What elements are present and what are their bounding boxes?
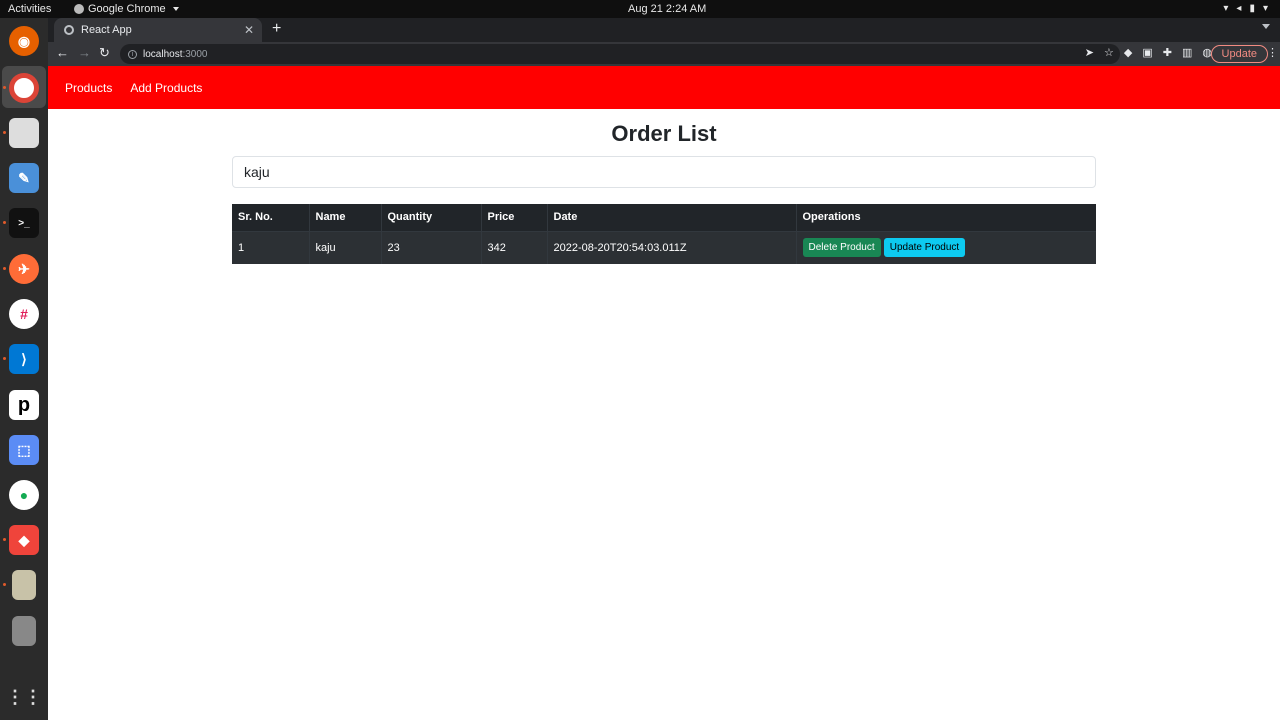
archive-icon[interactable] [12,570,36,600]
app-name: Google Chrome [88,3,166,15]
side-panel-icon[interactable]: ▥ [1182,46,1192,59]
clock[interactable]: Aug 21 2:24 AM [628,3,706,15]
header-sr-no: Sr. No. [232,204,310,232]
tab-react-app[interactable]: React App ✕ [54,18,262,42]
reload-button[interactable]: ↻ [99,45,110,61]
cell-name: kaju [309,231,382,264]
mongodb-compass-icon[interactable]: ● [9,480,39,510]
battery-icon: ▮ [1249,3,1255,14]
page: Products Add Products Order List Sr. No.… [48,66,1280,720]
dock: ◉ ✎ >_ ✈ # ⟩ p ⬚ ● ◆ ⋮⋮ [0,18,48,720]
system-tray[interactable]: ▾ ◂ ▮ ▾ [1223,3,1268,14]
bookmark-star-icon[interactable]: ☆ [1104,46,1114,59]
app-navbar: Products Add Products [48,66,1280,109]
header-quantity: Quantity [381,204,482,232]
system-top-bar: Activities Google Chrome Aug 21 2:24 AM … [0,0,1280,18]
firefox-icon[interactable]: ◉ [9,26,39,56]
wifi-icon: ▾ [1223,3,1229,14]
close-tab-icon[interactable]: ✕ [244,23,254,37]
running-indicator [3,583,6,586]
extension-b-icon[interactable]: ▣ [1142,46,1152,59]
new-tab-button[interactable]: + [272,20,281,38]
cell-date: 2022-08-20T20:54:03.011Z [547,231,797,264]
activities-button[interactable]: Activities [8,3,51,15]
vscode-icon[interactable]: ⟩ [9,344,39,374]
running-indicator [3,131,6,134]
screenshot-icon[interactable]: ⬚ [9,435,39,465]
cell-price: 342 [481,231,548,264]
chrome-icon[interactable] [9,73,39,103]
extension-icon[interactable]: ◆ [1124,46,1132,59]
tab-title: React App [81,24,132,36]
delete-product-button[interactable]: Delete Product [802,238,881,258]
usb-drive-icon[interactable] [12,616,36,646]
chrome-small-icon [74,4,84,14]
table-row: 1 kaju 23 342 2022-08-20T20:54:03.011Z D… [232,231,1096,264]
cell-quantity: 23 [381,231,482,264]
header-price: Price [481,204,548,232]
cell-sr-no: 1 [232,231,310,264]
header-name: Name [309,204,382,232]
search-input[interactable] [232,156,1096,188]
volume-icon: ◂ [1236,3,1242,14]
tab-search-icon[interactable] [1262,24,1270,29]
url-port: :3000 [182,48,208,60]
power-menu-icon: ▾ [1262,3,1268,14]
back-button[interactable]: ← [56,45,69,60]
files-icon[interactable] [9,118,39,148]
order-table: Sr. No. Name Quantity Price Date Operati… [232,204,1096,264]
update-product-button[interactable]: Update Product [883,238,966,258]
globe-icon [64,25,74,35]
postman-icon[interactable]: ✈ [9,254,39,284]
slack-icon[interactable]: # [9,299,39,329]
header-operations: Operations [796,204,1096,232]
address-bar[interactable]: i localhost :3000 [120,44,1120,64]
anydesk-icon[interactable]: ◆ [9,525,39,555]
tab-strip: React App ✕ + [48,18,1280,42]
menu-kebab-icon[interactable]: ⋮ [1267,46,1278,59]
terminal-icon[interactable]: >_ [9,208,39,238]
caret-down-icon [172,7,179,11]
forward-button[interactable]: → [78,45,91,60]
toolbar-icons: ➤ ☆ ◆ ▣ ✚ ▥ ◍ [1085,46,1212,59]
cell-operations: Delete Product Update Product [796,231,1096,264]
running-indicator [3,221,6,224]
text-editor-icon[interactable]: ✎ [9,163,39,193]
puzzle-extensions-icon[interactable]: ✚ [1163,46,1172,59]
pycharm-icon[interactable]: p [9,390,39,420]
nav-add-products-link[interactable]: Add Products [130,81,202,95]
running-indicator [3,357,6,360]
header-date: Date [547,204,797,232]
app-menu[interactable]: Google Chrome [74,3,179,15]
browser-toolbar: ← → ↻ i localhost :3000 ➤ ☆ ◆ ▣ ✚ ▥ ◍ Up… [48,42,1280,66]
page-title: Order List [611,121,717,146]
send-icon[interactable]: ➤ [1085,46,1094,59]
running-indicator [3,267,6,270]
update-button[interactable]: Update [1210,45,1268,63]
running-indicator [3,86,6,89]
app-grid-icon[interactable]: ⋮⋮ [6,682,42,712]
nav-products-link[interactable]: Products [65,81,112,95]
url-host: localhost [143,48,183,60]
running-indicator [3,538,6,541]
table-header-row: Sr. No. Name Quantity Price Date Operati… [232,204,1096,232]
site-info-icon[interactable]: i [128,49,137,59]
